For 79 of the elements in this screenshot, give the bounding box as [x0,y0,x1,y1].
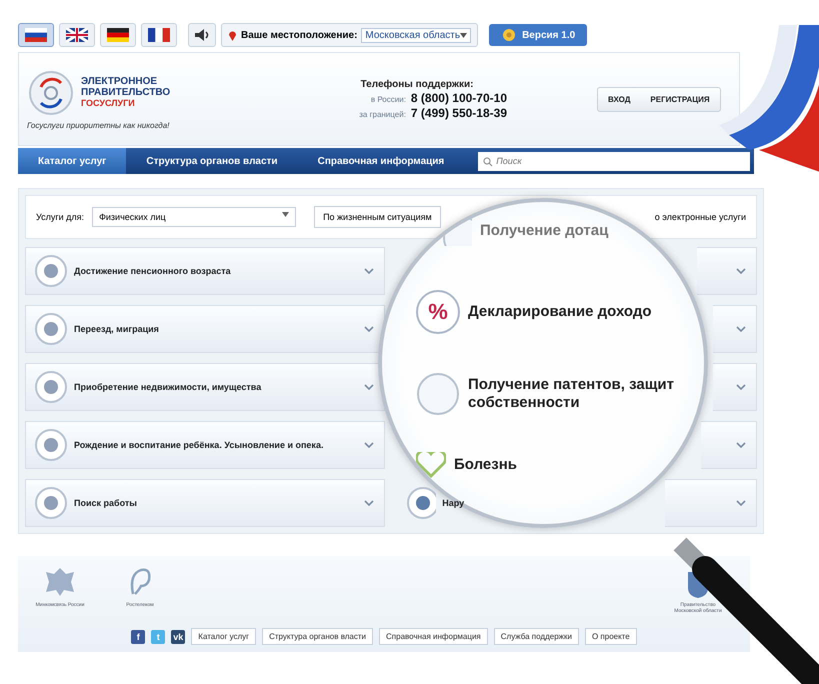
category-item[interactable]: Приобретение недвижимости, имущества [25,363,385,411]
category-label: Болезнь [454,456,517,474]
category-label: Поиск работы [74,498,138,508]
category-icon [34,254,68,288]
phone-number: 8 (800) 100-70-10 [410,90,507,104]
phone-label: в России: [370,94,406,104]
filter-label: Услуги для: [36,212,84,222]
category-icon [34,370,68,404]
chevron-icon [736,326,746,332]
category-label: Приобретение недвижимости, имущества [74,382,262,392]
location-pin-icon [228,29,237,41]
situations-button[interactable]: По жизненным ситуациям [314,206,441,228]
search-field[interactable]: Поиск [478,152,750,170]
nav-tab[interactable]: Каталог услуг [18,148,126,174]
language-button[interactable] [100,23,136,47]
flag-icon [25,28,47,42]
chevron-icon [736,268,746,274]
audience-dropdown[interactable]: Физических лиц [92,207,296,227]
search-icon [483,156,494,166]
chevron-icon [736,442,746,448]
category-item[interactable]: Рождение и воспитание ребёнка. Усыновление и опека. [25,421,385,469]
phone-label: за границей: [359,110,406,118]
footer-link[interactable]: Служба поддержки [494,628,579,645]
category-icon [416,372,460,416]
category-icon [442,216,472,246]
chevron-icon [364,442,374,448]
caret-icon [282,212,290,217]
category-item[interactable]: Достижение пенсионного возраста [25,247,385,295]
auth-button[interactable]: РЕГИСТРАЦИЯ [640,88,720,110]
tagline: Госуслуги приоритетны как никогда! [27,120,170,130]
chevron-icon [364,326,374,332]
category-label: Рождение и воспитание ребёнка. Усыновление и опека. [74,440,324,450]
percent-icon: % [416,290,460,334]
accessibility-button[interactable] [188,23,216,47]
footer-link[interactable]: Структура органов власти [262,628,374,645]
flag-icon [66,28,88,42]
speaker-icon [194,28,210,42]
category-icon [34,312,68,346]
category-label: Достижение пенсионного возраста [74,266,232,276]
flag-icon [148,28,170,42]
chevron-icon [736,500,746,506]
social-button[interactable]: vk [171,630,186,644]
chevron-icon [364,500,374,506]
auth-button[interactable]: ВХОД [598,88,640,110]
category-icon [34,486,68,520]
flag-icon [107,28,129,42]
language-button[interactable] [141,23,177,47]
social-button[interactable]: f [131,630,146,644]
heart-icon [416,452,446,478]
category-icon [34,428,68,462]
logo-subtitle: ГОСУСЛУГИ [81,98,136,109]
location-link[interactable]: Московская область [361,28,472,42]
category-label: Нару [442,498,466,508]
category-item[interactable]: Поиск работы [25,479,385,527]
version-button[interactable]: Версия 1.0 [489,24,588,46]
category-icon [406,486,436,520]
chevron-icon [364,268,374,274]
chevron-icon [736,384,746,390]
location-label: Ваше местоположение: [241,30,358,40]
logo-icon [27,68,75,116]
category-label: Получение патентов, защит собственности [468,376,675,412]
nav-tab[interactable]: Структура органов власти [126,148,298,174]
language-button[interactable] [59,23,95,47]
caret-icon [460,32,468,38]
footer-link[interactable]: Каталог услуг [191,628,256,645]
phone-number: 7 (499) 550-18-39 [410,106,507,120]
logo-title: ПРАВИТЕЛЬСТВО [81,87,170,98]
support-title: Телефоны поддержки: [360,78,474,90]
logo-title: ЭЛЕКТРОННОЕ [81,76,158,87]
category-label: Получение дотац [480,222,608,240]
footer-link[interactable]: Справочная информация [379,628,488,645]
chevron-icon [364,384,374,390]
language-button[interactable] [18,23,54,47]
category-label: Переезд, миграция [74,324,160,334]
footer-link[interactable]: О проекте [584,628,637,645]
category-label: Декларирование доходо [468,303,652,321]
nav-tab[interactable]: Справочная информация [298,148,464,174]
category-item[interactable]: Переезд, миграция [25,305,385,353]
electronic-services-link[interactable]: о электронные услуги [654,212,746,222]
